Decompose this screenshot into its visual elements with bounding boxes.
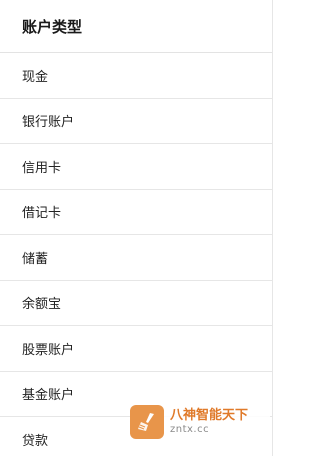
account-type-page: 账户类型 现金 银行账户 信用卡 借记卡 储蓄 余额宝 股票账户 基金账户 贷款 — [0, 0, 273, 456]
watermark: 八神智能天下 zntx.cc — [130, 402, 270, 442]
watermark-url: zntx.cc — [170, 423, 210, 435]
page-title: 账户类型 — [22, 17, 83, 36]
list-item-label: 现金 — [22, 69, 49, 85]
list-item-label: 储蓄 — [22, 251, 49, 267]
watermark-title: 八神智能天下 — [170, 408, 249, 424]
list-item-label: 借记卡 — [22, 206, 62, 222]
watermark-text: 八神智能天下 zntx.cc — [170, 408, 249, 435]
account-type-item-savings[interactable]: 储蓄 — [0, 235, 272, 281]
header: 账户类型 — [0, 0, 272, 53]
account-type-item-stock[interactable]: 股票账户 — [0, 326, 272, 372]
account-type-item-credit-card[interactable]: 信用卡 — [0, 144, 272, 190]
account-type-list: 现金 银行账户 信用卡 借记卡 储蓄 余额宝 股票账户 基金账户 贷款 — [0, 53, 272, 456]
account-type-item-cash[interactable]: 现金 — [0, 53, 272, 99]
list-item-label: 贷款 — [22, 434, 49, 450]
account-type-item-debit-card[interactable]: 借记卡 — [0, 190, 272, 235]
list-item-label: 余额宝 — [22, 297, 62, 313]
list-item-label: 基金账户 — [22, 388, 75, 404]
list-item-label: 股票账户 — [22, 342, 75, 358]
account-type-item-bank[interactable]: 银行账户 — [0, 99, 272, 144]
list-item-label: 银行账户 — [22, 115, 75, 131]
account-type-item-yuebao[interactable]: 余额宝 — [0, 281, 272, 326]
list-item-label: 信用卡 — [22, 160, 62, 176]
broom-logo-icon — [130, 405, 164, 439]
